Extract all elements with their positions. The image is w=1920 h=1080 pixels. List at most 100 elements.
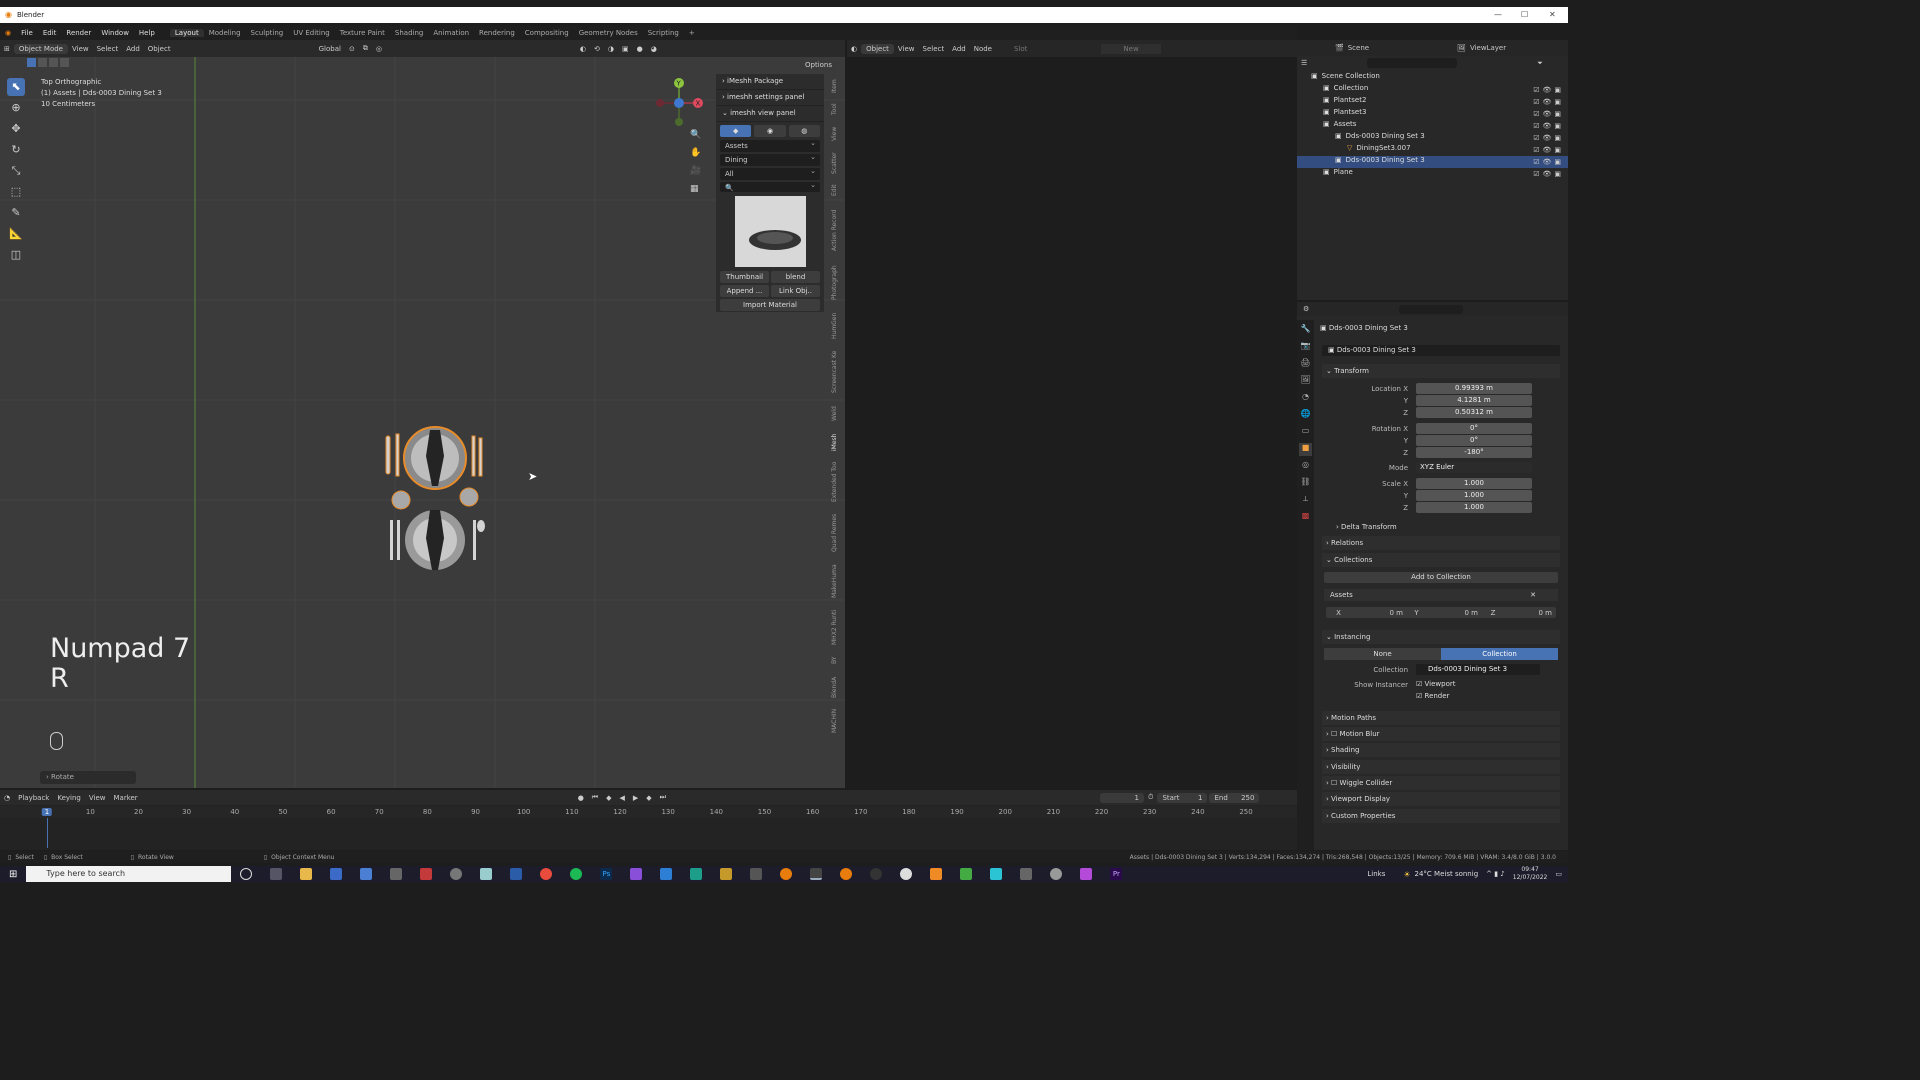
calculator-icon[interactable] (480, 868, 493, 880)
sidebar-tab-screencast-keys[interactable]: Screencast Ke (831, 344, 838, 400)
play-icon[interactable]: ▶ (629, 793, 642, 803)
app-icon-1[interactable] (330, 868, 343, 880)
snap-icon[interactable]: ⧉ (359, 43, 372, 54)
scale-z-field[interactable]: 1.000 (1416, 502, 1532, 513)
sidebar-tab-blenda[interactable]: BlendA (831, 670, 838, 704)
sidebar-tab-imesh[interactable]: iMesh (831, 428, 838, 456)
timeline-menu-playback[interactable]: Playback (14, 793, 53, 803)
world-properties-icon[interactable]: 🌐 (1299, 409, 1312, 422)
offset-z-field[interactable]: 0 m (1508, 609, 1553, 617)
file-explorer-icon[interactable] (300, 868, 313, 880)
annotate-tool-icon[interactable]: ✎ (7, 204, 25, 222)
delta-transform-header[interactable]: › Delta Transform (1332, 520, 1560, 534)
visibility-toggle-icon[interactable]: ☑👁▣ (1533, 158, 1564, 166)
texture-properties-icon[interactable]: ▩ (1299, 511, 1312, 524)
node-object-dropdown[interactable]: Object (861, 43, 894, 54)
object-mode-dropdown[interactable]: Object Mode (13, 43, 68, 54)
ortho-grid-icon[interactable]: ▦ (690, 184, 702, 202)
sidebar-tab-scatter[interactable]: Scatter (831, 148, 838, 178)
hdri-icon[interactable]: ◍ (788, 125, 820, 137)
visibility-icon[interactable]: ◐ (576, 44, 590, 54)
app-icon-6[interactable] (510, 868, 523, 880)
blend-button[interactable]: blend (771, 271, 820, 283)
asset-search-input[interactable]: 🔍 (720, 181, 820, 192)
node-menu-add[interactable]: Add (948, 44, 970, 54)
taskbar-links[interactable]: Links (1367, 870, 1385, 878)
app-icon-10[interactable] (720, 868, 733, 880)
record-icon[interactable]: ● (574, 793, 588, 803)
tool-properties-icon[interactable]: 🔧 (1299, 324, 1312, 337)
view-layer-selector[interactable]: ViewLayer (1470, 44, 1506, 52)
outliner-search-input[interactable] (1367, 58, 1458, 68)
workspace-tab-animation[interactable]: Animation (428, 29, 474, 37)
instance-collection-field[interactable]: Dds-0003 Dining Set 3 (1416, 664, 1540, 675)
zoom-icon[interactable]: 🔍 (690, 130, 702, 148)
select-tool-icon[interactable]: ⬉ (7, 78, 25, 96)
sidebar-tab-weld[interactable]: Weld (831, 400, 838, 428)
task-view-icon[interactable] (270, 868, 283, 880)
asset-thumbnail[interactable] (735, 196, 806, 267)
workspace-tab-compositing[interactable]: Compositing (520, 29, 574, 37)
outliner-row[interactable]: ▣ Assets ☑👁▣ (1297, 120, 1568, 132)
playhead[interactable] (47, 818, 48, 848)
rotation-mode-dropdown[interactable]: XYZ Euler (1416, 462, 1532, 473)
workspace-tab-sculpting[interactable]: Sculpting (246, 29, 289, 37)
show-instancer-viewport-checkbox[interactable]: ☑ Viewport (1416, 680, 1455, 688)
start-frame-field[interactable]: Start 1 (1157, 792, 1208, 803)
timeline-menu-marker[interactable]: Marker (109, 793, 141, 803)
panel-header-imeshh-settings[interactable]: › imeshh settings panel (716, 90, 824, 106)
scene-properties-icon[interactable]: ◔ (1299, 392, 1312, 405)
sidebar-tab-humgen[interactable]: HumGen (831, 308, 838, 344)
outliner-row[interactable]: ▽ DiningSet3.007 ☑👁▣ (1297, 144, 1568, 156)
sidebar-tab-quad-remesher[interactable]: Quad Remes (831, 508, 838, 558)
new-material-button[interactable]: New (1101, 43, 1161, 54)
wiggle-collider-header[interactable]: › ☐ Wiggle Collider (1322, 776, 1560, 790)
minimize-icon[interactable]: — (1494, 10, 1502, 19)
blender-menu-icon[interactable]: ◉ (0, 29, 16, 37)
visibility-toggle-icon[interactable]: ☑👁▣ (1533, 170, 1564, 178)
cortana-icon[interactable] (240, 868, 253, 880)
menu-window[interactable]: Window (96, 29, 134, 37)
offset-x-field[interactable]: 0 m (1351, 609, 1404, 617)
menu-help[interactable]: Help (134, 29, 160, 37)
outliner-row[interactable]: ▣ Plantset3 ☑👁▣ (1297, 108, 1568, 120)
last-operator-panel[interactable]: › Rotate (40, 771, 136, 784)
viewport-menu-select[interactable]: Select (93, 44, 123, 54)
instancing-none-button[interactable]: None (1324, 648, 1441, 660)
shading-solid-icon[interactable]: ● (633, 44, 647, 54)
workspace-tab-scripting[interactable]: Scripting (643, 29, 684, 37)
maximize-icon[interactable]: ☐ (1521, 10, 1528, 19)
gizmo-icon[interactable]: ⟲ (590, 44, 604, 54)
dining-set-object[interactable] (380, 420, 490, 575)
outliner-row[interactable]: ▣ Dds-0003 Dining Set 3 ☑👁▣ (1297, 132, 1568, 144)
materials-icon[interactable]: ◉ (754, 125, 786, 137)
custom-properties-header[interactable]: › Custom Properties (1322, 809, 1560, 823)
timeline-menu-view[interactable]: View (85, 793, 110, 803)
visibility-header[interactable]: › Visibility (1322, 760, 1560, 774)
photoshop-icon[interactable]: Ps (600, 868, 613, 880)
timeline-menu-keying[interactable]: Keying (53, 793, 85, 803)
transform-section-header[interactable]: ⌄ Transform (1322, 364, 1560, 378)
add-cube-tool-icon[interactable]: ◫ (7, 246, 25, 264)
menu-edit[interactable]: Edit (38, 29, 62, 37)
app-icon-3[interactable] (390, 868, 403, 880)
close-icon[interactable]: ✕ (1549, 10, 1556, 19)
location-z-field[interactable]: 0.50312 m (1416, 407, 1532, 418)
taskbar-clock[interactable]: 09:47 12/07/2022 (1513, 866, 1548, 882)
location-x-field[interactable]: 0.99393 m (1416, 383, 1532, 394)
sidebar-tab-photograph[interactable]: Photograph (831, 258, 838, 308)
thumbnail-button[interactable]: Thumbnail (720, 271, 769, 283)
sidebar-tab-mhx2-runtime[interactable]: MHX2 Runti (831, 604, 838, 650)
rotation-x-field[interactable]: 0° (1416, 423, 1532, 434)
play-reverse-icon[interactable]: ◀ (616, 793, 629, 803)
visibility-toggle-icon[interactable]: ☑👁▣ (1533, 86, 1564, 94)
sidebar-tab-tool[interactable]: Tool (831, 98, 838, 120)
outliner-filter-icon[interactable]: ⏷ (1537, 59, 1543, 68)
stopwatch-icon[interactable]: ⏱ (1144, 792, 1157, 803)
shader-node-editor[interactable] (847, 40, 1297, 788)
node-menu-node[interactable]: Node (970, 44, 996, 54)
link-object-button[interactable]: Link Obj.. (771, 285, 820, 297)
select-extend-icon[interactable] (38, 58, 47, 67)
motion-paths-header[interactable]: › Motion Paths (1322, 711, 1560, 725)
scale-x-field[interactable]: 1.000 (1416, 478, 1532, 489)
